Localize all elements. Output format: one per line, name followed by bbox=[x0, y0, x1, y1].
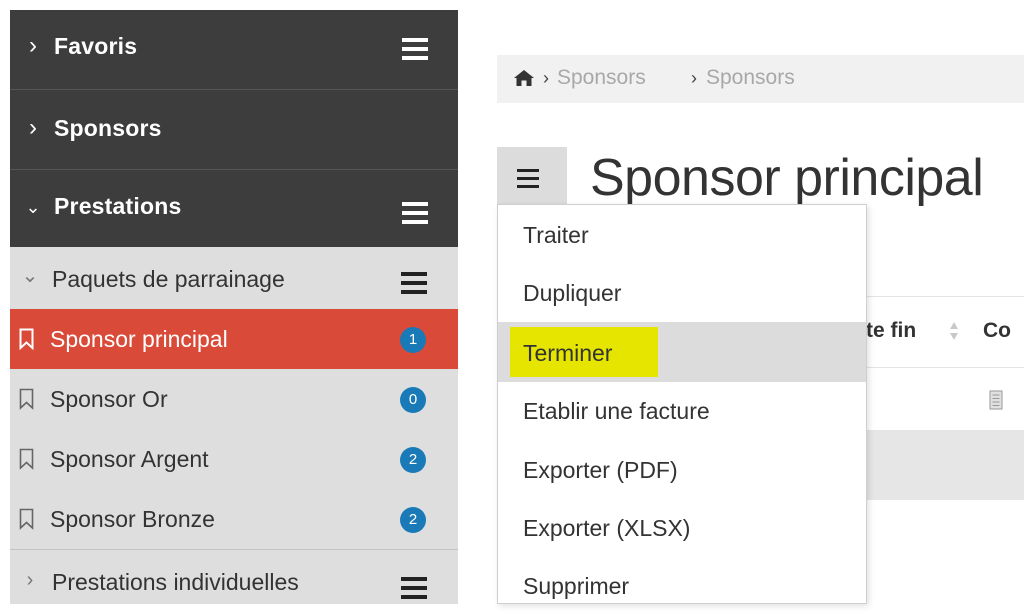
sort-icon[interactable] bbox=[949, 321, 959, 341]
sidebar-group-label: Prestations individuelles bbox=[52, 569, 299, 595]
sidebar-group-paquets[interactable]: ⌄ Paquets de parrainage bbox=[10, 247, 458, 307]
sidebar-section-prestations[interactable]: ⌄ Prestations bbox=[10, 170, 458, 247]
breadcrumb-item[interactable]: Sponsors bbox=[557, 66, 646, 90]
sidebar-item-sponsor-or[interactable]: Sponsor Or 0 bbox=[10, 369, 458, 429]
menu-icon[interactable] bbox=[402, 38, 428, 60]
sidebar-item-label: Sponsor Or bbox=[50, 386, 168, 412]
bookmark-icon bbox=[19, 508, 34, 530]
menu-item-exporter-xlsx[interactable]: Exporter (XLSX) bbox=[498, 499, 866, 557]
sidebar-section-label: Sponsors bbox=[54, 115, 162, 141]
page-title: Sponsor principal bbox=[590, 149, 984, 207]
chevron-down-icon: ⌄ bbox=[21, 265, 39, 287]
menu-item-label: Traiter bbox=[523, 222, 589, 248]
menu-item-terminer[interactable]: Terminer bbox=[498, 322, 866, 382]
chevron-right-icon: › bbox=[691, 68, 697, 88]
count-badge: 0 bbox=[400, 387, 426, 413]
count-badge: 1 bbox=[400, 327, 426, 353]
menu-item-etablir-facture[interactable]: Etablir une facture bbox=[498, 382, 866, 440]
chevron-right-icon: › bbox=[29, 114, 37, 141]
table-header: te fin Co bbox=[866, 296, 1024, 368]
count-badge: 2 bbox=[400, 447, 426, 473]
bookmark-icon bbox=[19, 328, 34, 350]
sidebar-item-sponsor-argent[interactable]: Sponsor Argent 2 bbox=[10, 429, 458, 489]
column-header[interactable]: te fin bbox=[866, 319, 916, 343]
menu-item-dupliquer[interactable]: Dupliquer bbox=[498, 264, 866, 322]
bookmark-icon bbox=[19, 448, 34, 470]
home-icon[interactable] bbox=[513, 69, 535, 87]
chevron-right-icon: › bbox=[543, 68, 549, 88]
sidebar-group-prestations-individuelles[interactable]: › Prestations individuelles bbox=[10, 550, 458, 604]
menu-icon[interactable] bbox=[401, 577, 427, 599]
menu-item-label: Etablir une facture bbox=[523, 398, 710, 424]
sidebar: › Favoris › Sponsors ⌄ Prestations ⌄ Paq… bbox=[10, 10, 458, 604]
sidebar-group-label: Paquets de parrainage bbox=[52, 266, 285, 292]
menu-icon[interactable] bbox=[402, 202, 428, 224]
menu-item-label: Supprimer bbox=[523, 573, 630, 599]
sidebar-item-label: Sponsor Bronze bbox=[50, 506, 215, 532]
actions-menu-button[interactable] bbox=[497, 147, 567, 209]
chevron-right-icon: › bbox=[26, 569, 34, 591]
count-badge: 2 bbox=[400, 507, 426, 533]
menu-item-exporter-pdf[interactable]: Exporter (PDF) bbox=[498, 441, 866, 499]
sidebar-item-label: Sponsor principal bbox=[50, 326, 228, 352]
breadcrumb-item[interactable]: Sponsors bbox=[706, 66, 795, 90]
menu-item-label: Terminer bbox=[523, 340, 613, 366]
bookmark-icon bbox=[19, 388, 34, 410]
actions-dropdown: Traiter Dupliquer Terminer Etablir une f… bbox=[497, 204, 867, 604]
sidebar-item-sponsor-principal[interactable]: Sponsor principal 1 bbox=[10, 309, 458, 369]
document-icon[interactable] bbox=[989, 390, 1003, 410]
menu-item-label: Dupliquer bbox=[523, 280, 622, 306]
chevron-down-icon: ⌄ bbox=[25, 197, 41, 217]
menu-item-supprimer[interactable]: Supprimer bbox=[498, 557, 866, 615]
table-row[interactable] bbox=[866, 430, 1024, 500]
menu-item-label: Exporter (PDF) bbox=[523, 457, 678, 483]
breadcrumb: › Sponsors › Sponsors bbox=[497, 55, 1024, 103]
menu-icon[interactable] bbox=[401, 272, 427, 294]
sidebar-item-label: Sponsor Argent bbox=[50, 446, 209, 472]
sidebar-section-label: Prestations bbox=[54, 193, 182, 219]
sidebar-item-sponsor-bronze[interactable]: Sponsor Bronze 2 bbox=[10, 489, 458, 549]
sidebar-section-favoris[interactable]: › Favoris bbox=[10, 10, 458, 90]
menu-item-label: Exporter (XLSX) bbox=[523, 515, 691, 541]
sidebar-section-label: Favoris bbox=[54, 33, 138, 59]
column-header[interactable]: Co bbox=[983, 319, 1011, 343]
sidebar-section-sponsors[interactable]: › Sponsors bbox=[10, 90, 458, 170]
menu-item-traiter[interactable]: Traiter bbox=[498, 206, 866, 264]
menu-icon bbox=[517, 169, 539, 188]
chevron-right-icon: › bbox=[29, 32, 37, 59]
